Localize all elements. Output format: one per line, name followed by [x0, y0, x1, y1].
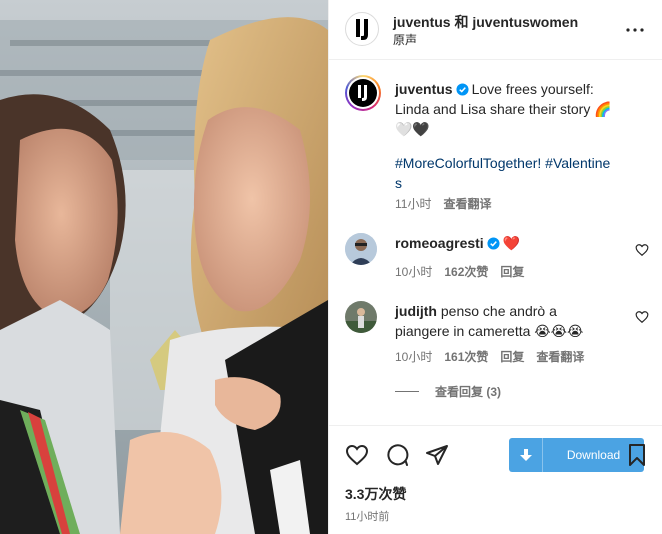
verified-icon [456, 83, 469, 96]
view-replies-label: 查看回复 (3) [435, 385, 502, 399]
caption-avatar[interactable] [345, 75, 381, 111]
see-translation-button[interactable]: 查看翻译 [443, 197, 491, 211]
juventus-logo-icon [358, 85, 367, 101]
comment-likes[interactable]: 161次赞 [444, 350, 488, 364]
juventus-logo-icon [356, 19, 368, 40]
more-icon [626, 28, 644, 32]
like-comment-heart-icon[interactable] [635, 243, 649, 257]
replies-divider-line [395, 391, 419, 392]
post-caption: juventus Love frees yourself: Linda and L… [395, 79, 645, 139]
user-avatar-image [345, 233, 377, 265]
comment-1-meta: 10小时 162次赞 回复 [395, 263, 524, 280]
like-heart-icon[interactable] [345, 443, 369, 467]
post-time-ago[interactable]: 11小时前 [345, 508, 389, 524]
judijth-avatar[interactable] [345, 301, 377, 333]
caption-time[interactable]: 11小时 [395, 197, 431, 211]
comment-text: ❤️ [502, 235, 521, 251]
comment-icon[interactable] [385, 443, 409, 467]
caption-meta: 11小时 查看翻译 [395, 195, 491, 212]
caption-username[interactable]: juventus [395, 81, 453, 97]
see-translation-button[interactable]: 查看翻译 [536, 350, 584, 364]
comment-username[interactable]: judijth [395, 303, 437, 319]
post-video-frame [0, 0, 328, 534]
comment-time: 10小时 [395, 350, 433, 364]
post-header: juventus 和 juventuswomen 原声 [329, 0, 662, 60]
like-comment-heart-icon[interactable] [635, 310, 649, 324]
verified-icon [487, 237, 500, 250]
comment-text-line1: penso che andrò a [440, 303, 557, 319]
post-media[interactable] [0, 0, 328, 534]
bookmark-icon[interactable] [625, 443, 649, 467]
post-actions: Download 3.3万次赞 11小时前 [329, 425, 662, 534]
comment-2-meta: 10小时 161次赞 回复 查看翻译 [395, 348, 584, 365]
more-options-button[interactable] [623, 18, 647, 42]
caption-text-line1: Love frees yourself: [471, 81, 594, 97]
comment-username[interactable]: romeoagresti [395, 235, 484, 251]
romeoagresti-avatar[interactable] [345, 233, 377, 265]
comment-text-line2: piangere in cameretta 😭😭😭 [395, 323, 584, 339]
user-avatar-image [345, 301, 377, 333]
caption-text-line3: 🤍🖤 [395, 121, 430, 137]
comments-scroll-area[interactable]: juventus Love frees yourself: Linda and L… [329, 61, 662, 425]
juventus-avatar[interactable] [345, 12, 379, 46]
post-modal: juventus 和 juventuswomen 原声 juventus Lov… [0, 0, 662, 534]
download-icon [519, 449, 532, 461]
comment-time: 10小时 [395, 265, 433, 279]
original-audio-link[interactable]: 原声 [393, 31, 417, 48]
caption-hashtags: #MoreColorfulTogether! #Valentine s [395, 153, 645, 193]
hashtag-link-cont[interactable]: s [395, 175, 402, 191]
reply-button[interactable]: 回复 [500, 350, 524, 364]
download-button[interactable]: Download [509, 438, 644, 472]
reply-button[interactable]: 回复 [500, 265, 524, 279]
caption-text-line2: Linda and Lisa share their story 🌈 [395, 101, 612, 117]
download-icon-wrap [509, 438, 543, 472]
view-replies-button[interactable]: 查看回复 (3) [395, 383, 501, 400]
hashtag-link[interactable]: #MoreColorfulTogether! #Valentine [395, 155, 610, 171]
comment-likes[interactable]: 162次赞 [444, 265, 488, 279]
share-icon[interactable] [425, 443, 449, 467]
post-side-panel: juventus 和 juventuswomen 原声 juventus Lov… [328, 0, 662, 534]
comment-2: judijth penso che andrò a piangere in ca… [395, 301, 583, 341]
post-likes-count[interactable]: 3.3万次赞 [345, 484, 406, 504]
comment-1: romeoagresti ❤️ [395, 233, 520, 253]
post-authors[interactable]: juventus 和 juventuswomen [393, 12, 578, 32]
